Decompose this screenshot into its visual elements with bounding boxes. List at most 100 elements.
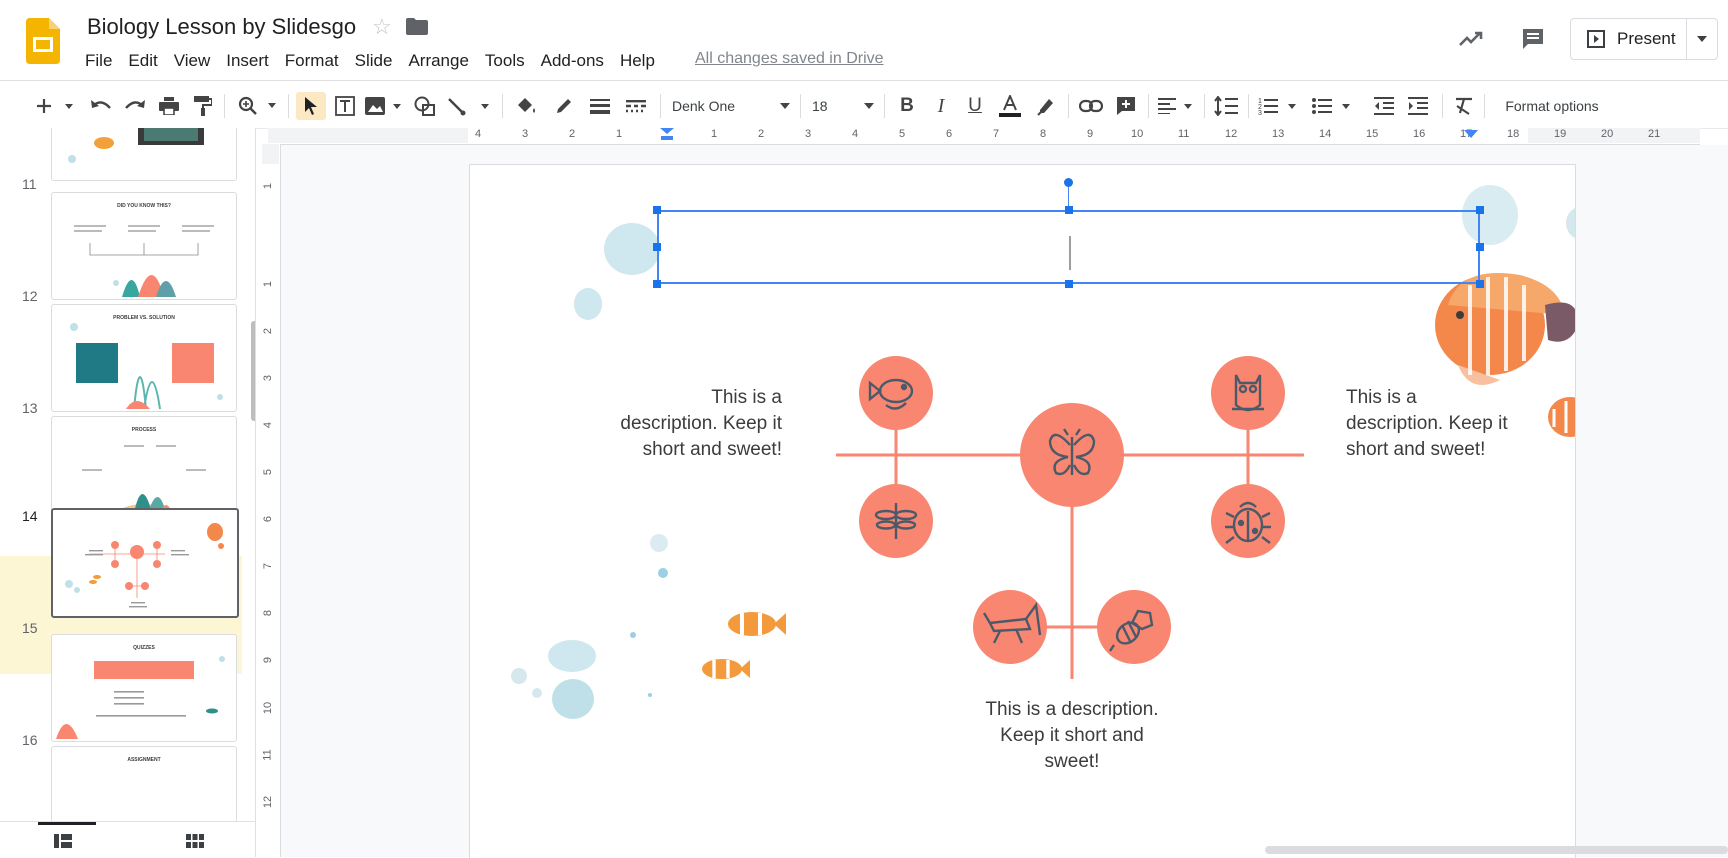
font-size-select[interactable]: 18 — [812, 92, 874, 120]
toolbar-divider — [1248, 94, 1249, 118]
bubble — [604, 223, 660, 275]
slide-thumbnail-12[interactable]: PROBLEM VS. SOLUTION — [51, 304, 237, 412]
resize-handle-se[interactable] — [1476, 280, 1484, 288]
left-indent-marker[interactable] — [660, 128, 674, 147]
text-box-icon[interactable] — [332, 92, 358, 120]
link-icon[interactable] — [1076, 92, 1106, 120]
resize-handle-nw[interactable] — [653, 206, 661, 214]
new-slide-icon[interactable] — [34, 92, 76, 120]
menu-file[interactable]: File — [77, 49, 120, 73]
menu-help[interactable]: Help — [612, 49, 663, 73]
highlight-icon[interactable] — [1032, 92, 1060, 120]
resize-handle-n[interactable] — [1065, 206, 1073, 214]
slide-thumbnail-11[interactable]: DID YOU KNOW THIS? — [51, 192, 237, 300]
border-weight-icon[interactable] — [586, 92, 614, 120]
zoom-icon[interactable] — [236, 92, 280, 120]
save-status-link[interactable]: All changes saved in Drive — [695, 50, 884, 68]
paint-format-icon[interactable] — [190, 92, 216, 120]
present-button[interactable]: Present — [1570, 18, 1718, 60]
document-title[interactable]: Biology Lesson by Slidesgo — [87, 14, 356, 40]
font-family-select[interactable]: Denk One — [672, 92, 790, 120]
bee-node[interactable] — [1097, 590, 1171, 664]
filmstrip-view-icon[interactable] — [54, 834, 72, 853]
resize-handle-w[interactable] — [653, 243, 661, 251]
vertical-ruler[interactable]: 1 1 2 3 4 5 6 7 8 9 10 11 12 — [262, 144, 281, 857]
ruler-label: 10 — [1131, 128, 1144, 140]
redo-icon[interactable] — [122, 92, 148, 120]
text-color-icon[interactable] — [996, 92, 1024, 120]
slide-number: 14 — [22, 508, 38, 524]
present-options-dropdown[interactable] — [1687, 19, 1717, 59]
butterfly-node[interactable] — [1020, 403, 1124, 507]
folder-icon[interactable] — [406, 18, 428, 35]
increase-indent-icon[interactable] — [1404, 92, 1432, 120]
print-icon[interactable] — [156, 92, 182, 120]
line-icon[interactable] — [446, 92, 492, 120]
image-icon[interactable] — [364, 92, 404, 120]
filmstrip-scrollbar[interactable] — [251, 321, 255, 421]
bulleted-list-icon[interactable] — [1310, 92, 1354, 120]
fill-color-icon[interactable] — [512, 92, 540, 120]
line-spacing-icon[interactable] — [1212, 92, 1240, 120]
comment-icon[interactable] — [1112, 92, 1140, 120]
fish-node[interactable] — [859, 356, 933, 430]
right-indent-marker[interactable] — [1464, 128, 1478, 147]
menu-tools[interactable]: Tools — [477, 49, 533, 73]
menu-slide[interactable]: Slide — [347, 49, 401, 73]
underline-icon[interactable]: U — [962, 92, 988, 120]
menu-arrange[interactable]: Arrange — [400, 49, 476, 73]
ruler-label: 5 — [899, 128, 906, 140]
menu-edit[interactable]: Edit — [120, 49, 165, 73]
resize-handle-ne[interactable] — [1476, 206, 1484, 214]
ruler-label: 4 — [852, 128, 859, 140]
undo-icon[interactable] — [88, 92, 114, 120]
activity-dashboard-icon[interactable] — [1458, 26, 1484, 57]
chevron-down-icon — [864, 103, 874, 109]
grid-view-icon[interactable] — [186, 834, 204, 853]
selected-text-box[interactable] — [657, 210, 1480, 284]
align-icon[interactable] — [1156, 92, 1196, 120]
select-icon[interactable] — [296, 92, 326, 120]
description-left[interactable]: This is a description. Keep it short and… — [610, 385, 782, 463]
bubble — [658, 568, 668, 578]
border-color-icon[interactable] — [550, 92, 578, 120]
resize-handle-sw[interactable] — [653, 280, 661, 288]
resize-handle-s[interactable] — [1065, 280, 1073, 288]
menu-format[interactable]: Format — [277, 49, 347, 73]
description-right[interactable]: This is a description. Keep it short and… — [1346, 385, 1518, 463]
numbered-list-icon[interactable]: 123 — [1256, 92, 1300, 120]
decrease-indent-icon[interactable] — [1370, 92, 1398, 120]
horizontal-ruler[interactable]: 4 3 2 1 1 2 3 4 5 6 7 8 9 10 11 12 13 14… — [268, 128, 1700, 145]
ruler-label: 3 — [522, 128, 529, 140]
ruler-label: 6 — [262, 515, 275, 523]
slide-canvas[interactable]: This is a description. Keep it short and… — [469, 164, 1576, 858]
shape-icon[interactable] — [412, 92, 438, 120]
slides-logo-icon[interactable] — [26, 18, 60, 64]
star-icon[interactable]: ☆ — [372, 14, 392, 40]
font-size-value: 18 — [812, 98, 828, 114]
format-options-button[interactable]: Format options — [1492, 92, 1612, 120]
font-family-value: Denk One — [672, 98, 736, 114]
menu-insert[interactable]: Insert — [218, 49, 277, 73]
border-dash-icon[interactable] — [622, 92, 650, 120]
owl-node[interactable] — [1211, 356, 1285, 430]
slide-thumbnail-15[interactable]: QUIZZES — [51, 634, 237, 742]
slide-thumbnail-10[interactable] — [51, 128, 237, 181]
rotate-handle[interactable] — [1064, 178, 1073, 187]
slide-thumbnail-14[interactable] — [51, 508, 239, 618]
resize-handle-e[interactable] — [1476, 243, 1484, 251]
menu-view[interactable]: View — [166, 49, 219, 73]
horizontal-scrollbar[interactable] — [1265, 846, 1728, 854]
description-bottom[interactable]: This is a description. Keep it short and… — [984, 697, 1160, 775]
ruler-label: 2 — [569, 128, 576, 140]
bubble — [1566, 208, 1575, 238]
present-main[interactable]: Present — [1571, 19, 1687, 59]
comments-icon[interactable] — [1520, 26, 1546, 57]
italic-icon[interactable]: I — [928, 92, 954, 120]
bold-icon[interactable]: B — [894, 92, 920, 120]
menu-add-ons[interactable]: Add-ons — [533, 49, 612, 73]
grasshopper-node[interactable] — [973, 590, 1047, 664]
ladybug-node[interactable] — [1211, 484, 1285, 558]
clear-formatting-icon[interactable] — [1450, 92, 1478, 120]
dragonfly-node[interactable] — [859, 484, 933, 558]
